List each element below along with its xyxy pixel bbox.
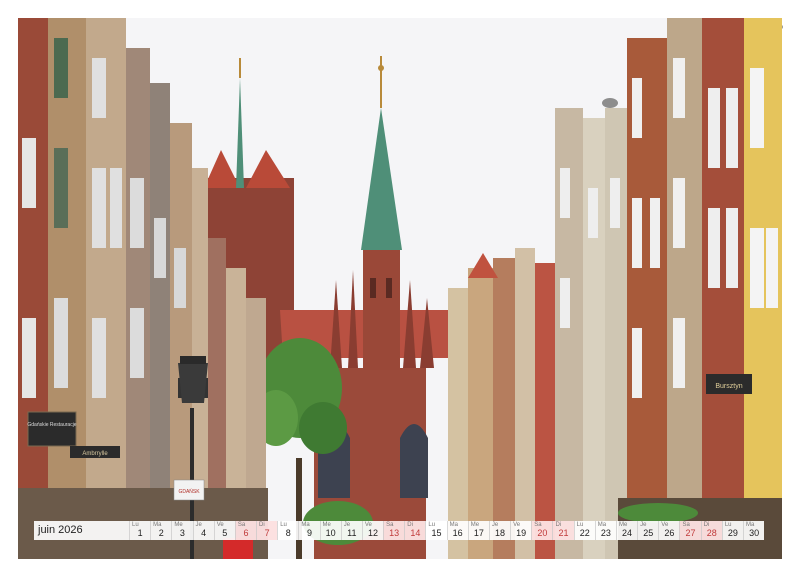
calendar-day: Di 7 [256,521,278,540]
month-label: juin 2026 [38,524,83,536]
svg-text:Bursztyn: Bursztyn [715,383,742,390]
day-number: 22 [579,528,590,538]
day-number: 2 [158,528,164,538]
photo-street-view: Gdańskie Restauracje Ambrrylle GDAŃSK Bu… [18,18,782,559]
calendar-day: Ma 16 [446,521,468,540]
calendar-day: Ve 19 [510,521,531,540]
day-number: 5 [222,528,228,538]
calendar-day: Je 11 [340,521,362,540]
day-number: 19 [516,528,527,538]
day-number: 20 [537,528,548,538]
day-number: 14 [410,528,421,538]
calendar-day: Me 10 [319,521,341,540]
shop-sign-right: Bursztyn [706,374,752,394]
day-number: 29 [727,528,738,538]
day-number: 7 [264,528,270,538]
calendar-day: Ma 9 [298,521,319,540]
calendar-day: Sa 27 [679,521,701,540]
day-number: 6 [243,528,249,538]
shop-sign-lower: GDAŃSK [173,479,205,501]
red-umbrella [223,538,253,559]
day-number: 17 [473,528,484,538]
calendar-day: Me 17 [467,521,489,540]
bird [602,98,618,108]
day-number: 15 [431,528,442,538]
day-number: 11 [347,528,357,538]
day-number: 12 [367,528,378,538]
calendar-day: Ve 12 [361,521,383,540]
day-cells: Lu 1 Ma 2 Me 3 Je 4 Ve 5 Sa 6 Di 7 Lu 8 Ma 9 Me 10 Je 11 Ve 12 S… [129,521,764,540]
calendar-day: Di 28 [700,521,722,540]
calendar-day: Lu 8 [277,521,298,540]
calendar-day: Je 25 [637,521,658,540]
calendar-day: Lu 29 [721,521,743,540]
day-number: 26 [664,528,675,538]
calendar-day: Me 24 [615,521,637,540]
day-number: 1 [137,528,143,538]
calendar-day: Lu 22 [573,521,595,540]
day-number: 28 [706,528,717,538]
day-number: 21 [558,528,569,538]
calendar-day: Je 4 [192,521,214,540]
day-number: 16 [452,528,463,538]
calendar-day: Sa 13 [383,521,405,540]
day-number: 9 [306,528,312,538]
calendar-day: Sa 20 [531,521,553,540]
calendar-day: Sa 6 [234,521,257,540]
day-number: 8 [285,528,291,538]
calendar-day: Lu 1 [129,521,150,540]
svg-text:GDAŃSK: GDAŃSK [178,488,200,495]
calendar-day: Ma 23 [594,521,616,540]
day-number: 25 [643,528,654,538]
calendar-day: Ve 5 [213,521,235,540]
day-number: 13 [389,528,400,538]
calendar-day: Ve 26 [658,521,679,540]
svg-text:Ambrrylle: Ambrrylle [82,451,108,457]
day-number: 30 [749,528,760,538]
calendar-day: Ma 2 [150,521,171,540]
shop-sign-small: Ambrrylle [70,446,120,458]
day-number: 24 [622,528,633,538]
calendar-day: Je 18 [488,521,510,540]
calendar-strip: juin 2026 Lu 1 Ma 2 Me 3 Je 4 Ve 5 Sa 6 Di 7 Lu 8 Ma 9 Me 1… [34,521,764,540]
calendar-day: Ma 30 [742,521,764,540]
calendar-day: Di 21 [552,521,574,540]
day-number: 4 [201,528,207,538]
calendar-day: Me 3 [171,521,192,540]
day-number: 18 [495,528,506,538]
day-number: 3 [179,528,185,538]
day-number: 10 [325,528,336,538]
day-number: 23 [600,528,611,538]
svg-text:Gdańskie Restauracje: Gdańskie Restauracje [27,422,76,428]
shop-sign-left: Gdańskie Restauracje [27,411,77,447]
calendar-day: Lu 15 [425,521,446,540]
day-number: 27 [685,528,696,538]
calendar-day: Di 14 [404,521,426,540]
